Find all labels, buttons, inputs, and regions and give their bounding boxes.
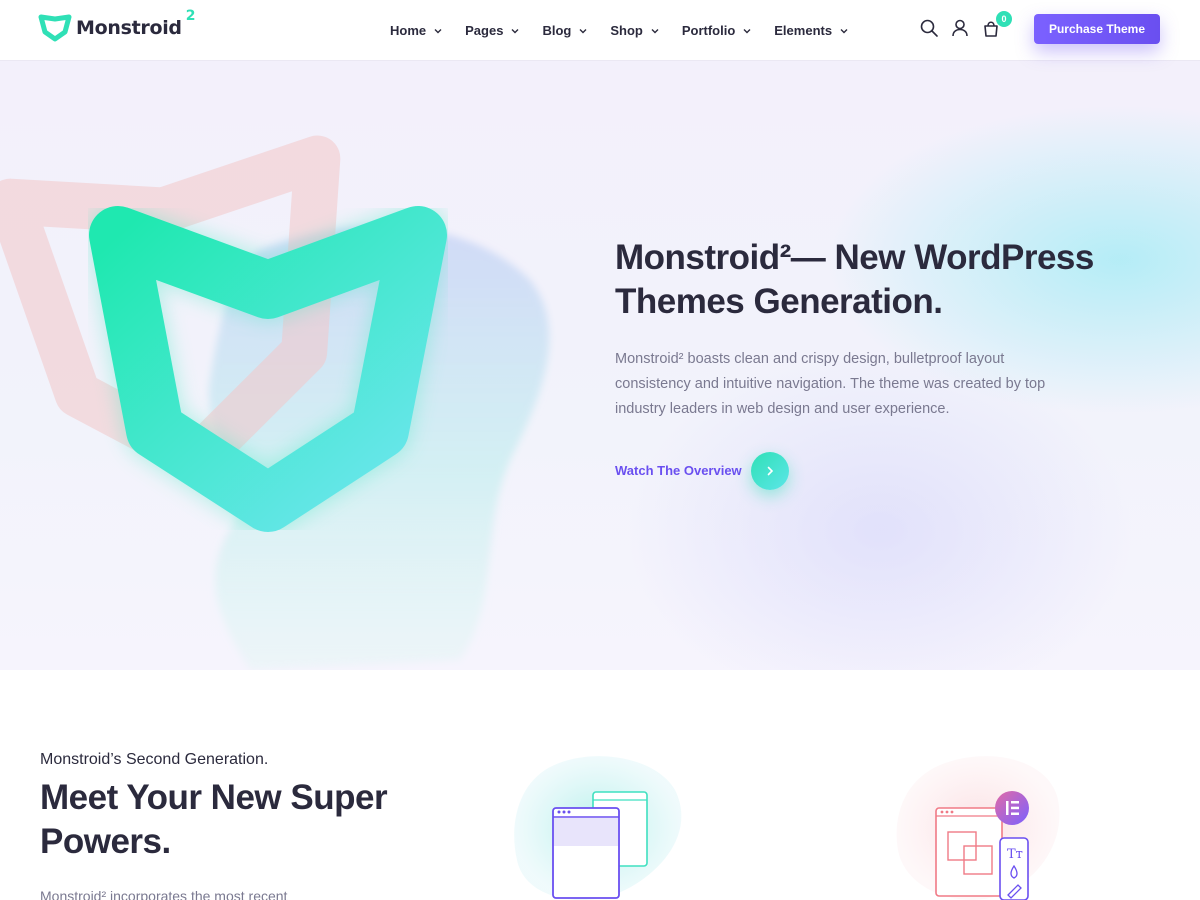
user-icon [952, 19, 968, 37]
logo-shield-icon [38, 14, 72, 42]
chevron-right-icon [767, 466, 774, 476]
account-button[interactable] [949, 17, 971, 39]
page-builder-icon: Tт [896, 756, 1060, 900]
chevron-down-icon [434, 29, 442, 34]
cart-count-badge: 0 [996, 11, 1012, 27]
nav-label: Portfolio [681, 22, 736, 38]
hero-description: Monstroid² boasts clean and crispy desig… [615, 351, 1046, 417]
section-text: Monstroid² incorporates the most recent [40, 888, 288, 900]
search-icon [920, 19, 938, 37]
cart-button[interactable]: 0 [980, 11, 1012, 39]
watch-overview-button[interactable] [751, 452, 789, 490]
hero-shield-illustration [0, 135, 550, 670]
nav-item-pages[interactable]: Pages [465, 23, 520, 38]
section-subtitle: Monstroid’s Second Generation. [40, 751, 269, 768]
nav-label: Shop [610, 22, 643, 38]
search-button[interactable] [918, 17, 940, 39]
nav-label: Home [390, 22, 427, 38]
header-actions: 0 [918, 11, 1012, 39]
site-logo[interactable]: Monstroid 2 [38, 8, 195, 42]
site-header: Monstroid 2 Home Pages Blog Shop Portfol… [0, 0, 1200, 60]
chevron-down-icon [840, 29, 848, 34]
logo-text: Monstroid [76, 17, 182, 39]
svg-text:Tт: Tт [1007, 847, 1023, 862]
nav-item-shop[interactable]: Shop [610, 23, 660, 38]
nav-label: Pages [465, 22, 504, 38]
hero-title-line2: Themes Generation. [615, 282, 943, 321]
chevron-down-icon [511, 29, 519, 34]
nav-label: Blog [542, 22, 572, 38]
layout-windows-icon [514, 756, 682, 900]
main-nav: Home Pages Blog Shop Portfolio Elements [390, 0, 871, 60]
hero-section: Monstroid²— New WordPress Themes Generat… [0, 60, 1200, 670]
watch-overview-link[interactable]: Watch The Overview [615, 463, 742, 478]
nav-item-portfolio[interactable]: Portfolio [682, 23, 752, 38]
hero-title-line1: Monstroid²— New WordPress [615, 238, 1094, 277]
purchase-theme-button[interactable]: Purchase Theme [1034, 14, 1160, 44]
chevron-down-icon [579, 29, 587, 34]
hero-title: Monstroid²— New WordPress Themes Generat… [615, 236, 1095, 324]
nav-item-blog[interactable]: Blog [542, 23, 588, 38]
logo-superscript: 2 [185, 8, 196, 24]
nav-item-elements[interactable]: Elements [774, 23, 849, 38]
nav-label: Elements [774, 22, 833, 38]
nav-item-home[interactable]: Home [390, 23, 443, 38]
features-section: Monstroid’s Second Generation. Meet Your… [0, 670, 1200, 900]
chevron-down-icon [651, 29, 659, 34]
chevron-down-icon [743, 29, 751, 34]
section-title: Meet Your New Super Powers. [40, 778, 388, 861]
